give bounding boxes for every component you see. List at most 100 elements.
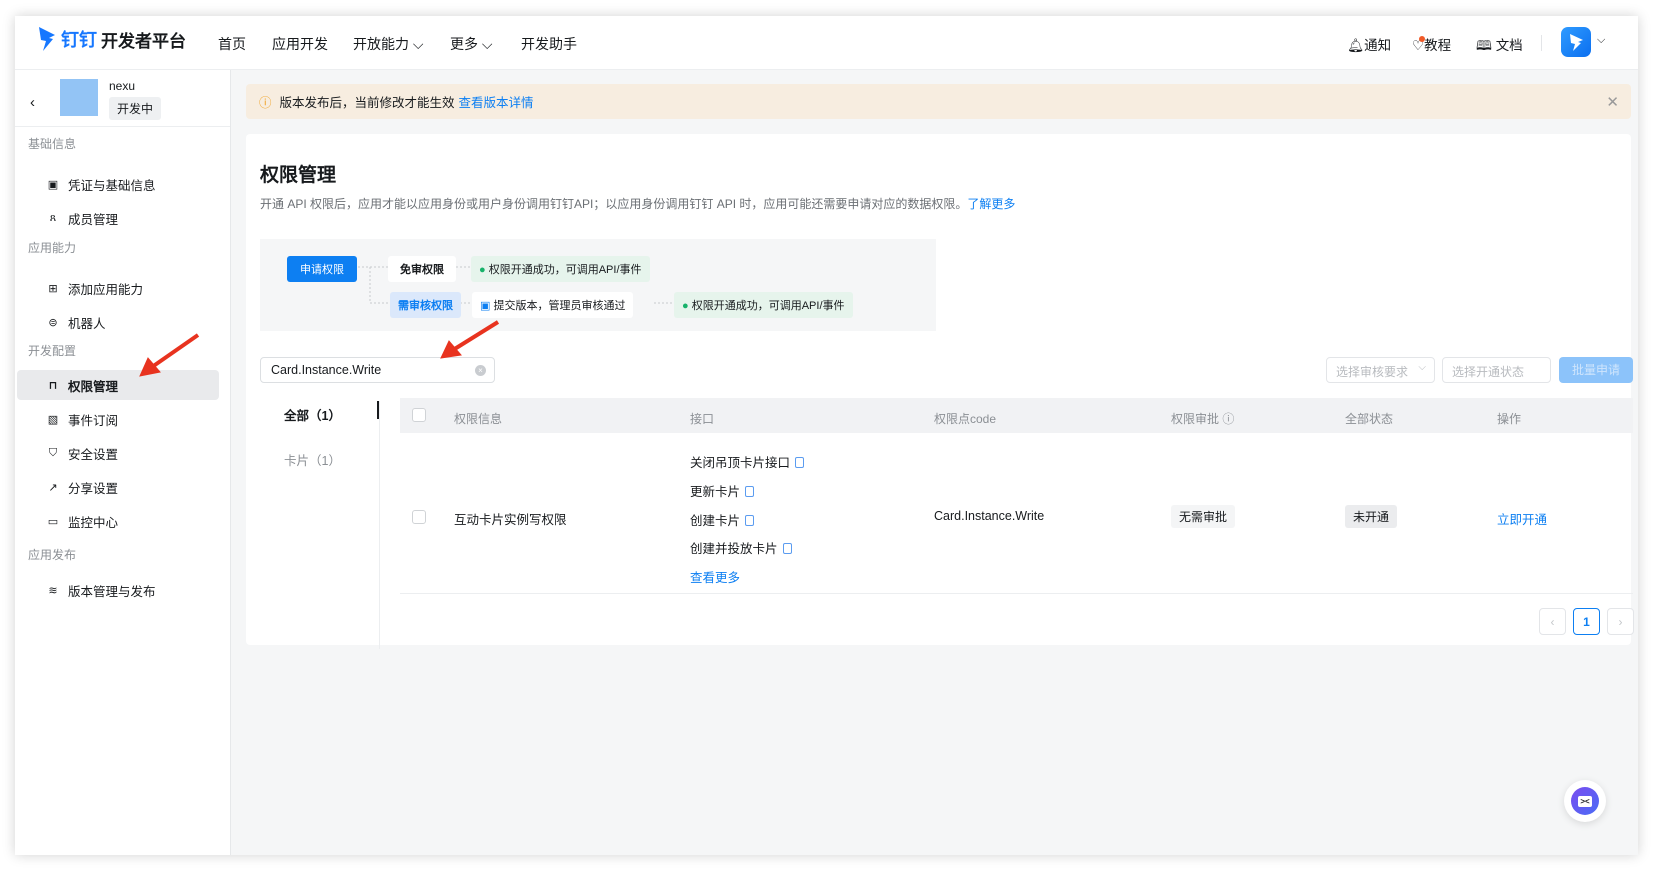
- status-select[interactable]: 选择开通状态: [1442, 357, 1551, 383]
- lock-icon: ⊓: [48, 379, 58, 392]
- sidebar-item-add-capability[interactable]: ⊞ 添加应用能力: [17, 273, 219, 303]
- permissions-table: 权限信息 接口 权限点code 权限审批 ⓘ 全部状态 操作 互动卡片实例写权限…: [400, 398, 1633, 715]
- sidebar-item-label: 凭证与基础信息: [68, 178, 156, 193]
- assistant-float-button[interactable]: ><: [1564, 780, 1606, 822]
- app-status-badge: 开发中: [109, 97, 162, 120]
- sidebar-item-security[interactable]: ⛉ 安全设置: [17, 438, 219, 468]
- column-header: 操作: [1497, 412, 1522, 426]
- doc-icon[interactable]: [745, 515, 755, 526]
- flow-review-node: 需审核权限: [390, 292, 461, 318]
- sidebar-item-versions[interactable]: ≋ 版本管理与发布: [17, 575, 219, 605]
- permissions-card: 权限管理 开通 API 权限后，应用才能以应用身份或用户身份调用钉钉API；以应…: [246, 134, 1634, 649]
- doc-icon[interactable]: [745, 486, 755, 497]
- section-label: 应用发布: [28, 548, 77, 562]
- select-placeholder: 选择审核要求: [1336, 365, 1409, 379]
- section-label: 基础信息: [28, 137, 77, 151]
- divider: [1541, 35, 1542, 51]
- notifications-link[interactable]: 🔔︎通知: [1347, 34, 1391, 54]
- api-item[interactable]: 创建卡片: [690, 510, 755, 529]
- doc-icon[interactable]: [782, 543, 792, 554]
- sidebar-item-label: 监控中心: [68, 515, 119, 530]
- select-all-checkbox[interactable]: [412, 408, 426, 422]
- clear-icon[interactable]: ×: [475, 364, 486, 376]
- column-header: 权限信息: [454, 412, 503, 426]
- user-avatar[interactable]: [1561, 27, 1591, 57]
- dingtalk-logo-icon: [39, 27, 55, 51]
- flow-text: 提交版本，管理员审核通过: [493, 300, 626, 312]
- rss-icon: ▧: [47, 413, 59, 426]
- assistant-icon: ><: [1571, 787, 1599, 815]
- tutorials-link[interactable]: ♡ 教程: [1412, 34, 1451, 54]
- sidebar-item-events[interactable]: ▧ 事件订阅: [17, 404, 219, 434]
- select-placeholder: 选择开通状态: [1452, 365, 1525, 379]
- enable-now-link[interactable]: 立即开通: [1497, 509, 1547, 528]
- nav-open-capabilities[interactable]: 开放能力 ⌵: [353, 34, 424, 54]
- sidebar-item-monitor[interactable]: ▭ 监控中心: [17, 506, 219, 536]
- share-icon: ↗: [48, 481, 58, 494]
- column-label: 权限审批: [1171, 412, 1220, 426]
- permission-code: Card.Instance.Write: [934, 509, 1045, 523]
- tab-all[interactable]: 全部（1）: [284, 405, 341, 424]
- info-icon[interactable]: ⓘ: [1222, 412, 1234, 426]
- api-name: 创建卡片: [690, 514, 741, 528]
- app-window: 钉钉 开发者平台 首页 应用开发 开放能力 ⌵ 更多 ⌵ 开发助手 🔔︎通知 ♡…: [15, 16, 1638, 855]
- clipboard-check-icon: ▣: [480, 300, 491, 312]
- sidebar-item-permissions[interactable]: ⊓ 权限管理: [17, 370, 219, 400]
- doc-icon[interactable]: [795, 457, 805, 468]
- assistant-face: ><: [1578, 795, 1592, 807]
- approval-tag: 无需审批: [1171, 505, 1236, 528]
- app-icon: [60, 79, 98, 116]
- close-icon[interactable]: ✕: [1606, 93, 1619, 111]
- docs-link[interactable]: 🕮︎ 文档: [1476, 34, 1523, 59]
- tab-cards[interactable]: 卡片（1）: [284, 450, 341, 469]
- search-value: Card.Instance.Write: [271, 363, 382, 377]
- sidebar-item-label: 分享设置: [68, 481, 119, 496]
- sidebar-item-members[interactable]: ጸ 成员管理: [17, 203, 219, 233]
- next-page-button[interactable]: ›: [1607, 608, 1634, 635]
- back-icon[interactable]: ‹: [30, 94, 35, 111]
- apps-add-icon: ⊞: [48, 282, 58, 295]
- tab-divider: [379, 401, 380, 649]
- sidebar-item-label: 成员管理: [68, 212, 119, 227]
- sidebar-item-robot[interactable]: ⊜ 机器人: [17, 307, 219, 337]
- flow-free-node: 免审权限: [388, 256, 456, 282]
- prev-page-button[interactable]: ‹: [1539, 608, 1566, 635]
- api-name: 关闭吊顶卡片接口: [690, 456, 791, 470]
- column-header: 权限审批 ⓘ: [1171, 410, 1234, 427]
- divider: [15, 126, 230, 127]
- page-title: 权限管理: [260, 165, 337, 186]
- learn-more-link[interactable]: 了解更多: [967, 197, 1015, 211]
- nav-app-dev[interactable]: 应用开发: [272, 34, 328, 54]
- bulb-icon: ♡: [1412, 36, 1425, 53]
- nav-label: 更多: [450, 36, 478, 52]
- row-checkbox[interactable]: [412, 510, 426, 524]
- flow-review-step: ▣ 提交版本，管理员审核通过: [472, 292, 634, 318]
- description-text: 开通 API 权限后，应用才能以应用身份或用户身份调用钉钉API；以应用身份调用…: [260, 197, 968, 211]
- view-more-link[interactable]: 查看更多: [690, 567, 740, 586]
- alert-text: 版本发布后，当前修改才能生效: [279, 96, 455, 110]
- permission-name: 互动卡片实例写权限: [454, 513, 567, 527]
- api-item[interactable]: 创建并投放卡片: [690, 538, 792, 557]
- status-tag: 未开通: [1345, 505, 1398, 528]
- nav-home[interactable]: 首页: [218, 34, 246, 54]
- nav-more[interactable]: 更多 ⌵: [450, 34, 493, 54]
- batch-apply-button[interactable]: 批量申请: [1559, 357, 1633, 383]
- sidebar-item-credentials[interactable]: ▣ 凭证与基础信息: [17, 169, 219, 199]
- view-version-details-link[interactable]: 查看版本详情: [459, 92, 534, 111]
- sidebar-item-label: 版本管理与发布: [68, 584, 156, 599]
- review-requirement-select[interactable]: 选择审核要求 ⌵: [1326, 357, 1435, 383]
- avatar-chevron-down-icon[interactable]: ⌵: [1597, 34, 1605, 47]
- chevron-down-icon: ⌵: [412, 36, 424, 52]
- api-item[interactable]: 关闭吊顶卡片接口: [690, 452, 805, 471]
- api-name: 更新卡片: [690, 485, 741, 499]
- brand-suffix: 开发者平台: [101, 31, 186, 51]
- column-header: 全部状态: [1345, 412, 1394, 426]
- sidebar-item-label: 添加应用能力: [68, 282, 144, 297]
- search-input[interactable]: Card.Instance.Write ×: [260, 357, 495, 383]
- api-item[interactable]: 更新卡片: [690, 481, 755, 500]
- page-1-button[interactable]: 1: [1573, 608, 1600, 635]
- sidebar-item-share[interactable]: ↗ 分享设置: [17, 472, 219, 502]
- nav-dev-assistant[interactable]: 开发助手: [521, 34, 577, 54]
- check-circle-icon: ●: [479, 264, 486, 276]
- logo[interactable]: 钉钉 开发者平台: [37, 26, 186, 52]
